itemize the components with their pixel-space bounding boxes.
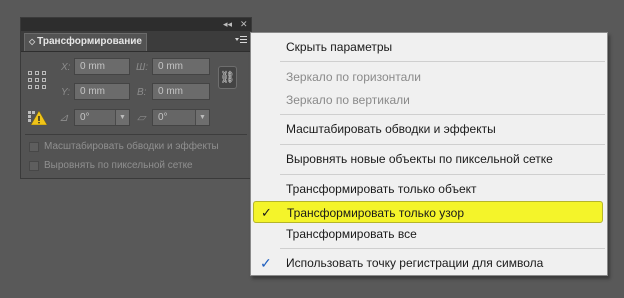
menu-item-flip-horizontal: Зеркало по горизонтали [286, 70, 422, 84]
x-label: X: [61, 62, 71, 73]
menu-separator [280, 174, 605, 175]
menu-item-scale-strokes[interactable]: Масштабировать обводки и эффекты [251, 118, 607, 140]
menu-item-use-registration-point[interactable]: ✓ Использовать точку регистрации для сим… [251, 252, 607, 274]
checkmark-icon: ✓ [261, 205, 272, 220]
expand-arrows-icon: ◇ [29, 37, 36, 46]
warning-icon [28, 111, 47, 125]
rotate-field[interactable]: 0° ▼ [74, 109, 130, 126]
checkmark-icon: ✓ [260, 255, 272, 271]
menu-item-hide-options[interactable]: Скрыть параметры [251, 36, 607, 58]
constrain-proportions-button[interactable]: ⛓ [218, 66, 237, 89]
y-field[interactable]: 0 mm [74, 83, 130, 100]
collapse-icon[interactable]: ◂◂ [223, 19, 232, 30]
menu-separator [280, 114, 605, 115]
tab-transform[interactable]: ◇ Трансформирование [24, 33, 147, 51]
panel-tab-row: ◇ Трансформирование [21, 31, 251, 52]
panel-flyout-menu: Скрыть параметры Зеркало по горизонтали … [250, 32, 608, 276]
shear-value: 0° [158, 112, 168, 123]
panel-menu-button[interactable] [235, 35, 247, 46]
width-label: Ш: [136, 62, 148, 73]
menu-separator [280, 248, 605, 249]
chevron-down-icon[interactable]: ▼ [115, 110, 129, 125]
height-label: В: [137, 87, 147, 98]
close-icon[interactable]: ✕ [240, 19, 248, 30]
align-pixel-label: Выровнять по пиксельной сетке [44, 160, 193, 171]
align-pixel-checkbox[interactable] [29, 161, 39, 171]
tab-label: Трансформирование [37, 36, 142, 47]
x-field[interactable]: 0 mm [74, 58, 130, 75]
rotate-value: 0° [80, 112, 90, 123]
menu-separator [280, 144, 605, 145]
menu-item-flip-vertical: Зеркало по вертикали [286, 93, 410, 107]
menu-separator [280, 61, 605, 62]
menu-item-transform-all[interactable]: Трансформировать все [251, 223, 607, 245]
scale-strokes-label: Масштабировать обводки и эффекты [44, 141, 219, 152]
panel-menu-icon [235, 36, 247, 43]
menu-item-align-pixel-grid[interactable]: Выровнять новые объекты по пиксельной се… [251, 148, 607, 170]
panel-titlebar: ◂◂ ✕ [21, 18, 251, 31]
chain-link-icon: ⛓ [219, 70, 236, 84]
transform-panel: ◂◂ ✕ ◇ Трансформирование X: 0 mm Ш: 0 mm … [20, 17, 252, 179]
divider [25, 134, 247, 135]
menu-item-transform-object-only[interactable]: Трансформировать только объект [251, 178, 607, 200]
height-field[interactable]: 0 mm [152, 83, 210, 100]
chevron-down-icon[interactable]: ▼ [195, 110, 209, 125]
scale-strokes-checkbox[interactable] [29, 142, 39, 152]
shear-icon: ▱ [137, 112, 146, 124]
shear-field[interactable]: 0° ▼ [152, 109, 210, 126]
y-label: Y: [61, 87, 71, 98]
menu-item-transform-pattern-only[interactable]: ✓ Трансформировать только узор [253, 201, 603, 223]
reference-point-grid[interactable] [28, 71, 46, 89]
rotate-icon: ⊿ [59, 112, 69, 124]
width-field[interactable]: 0 mm [152, 58, 210, 75]
